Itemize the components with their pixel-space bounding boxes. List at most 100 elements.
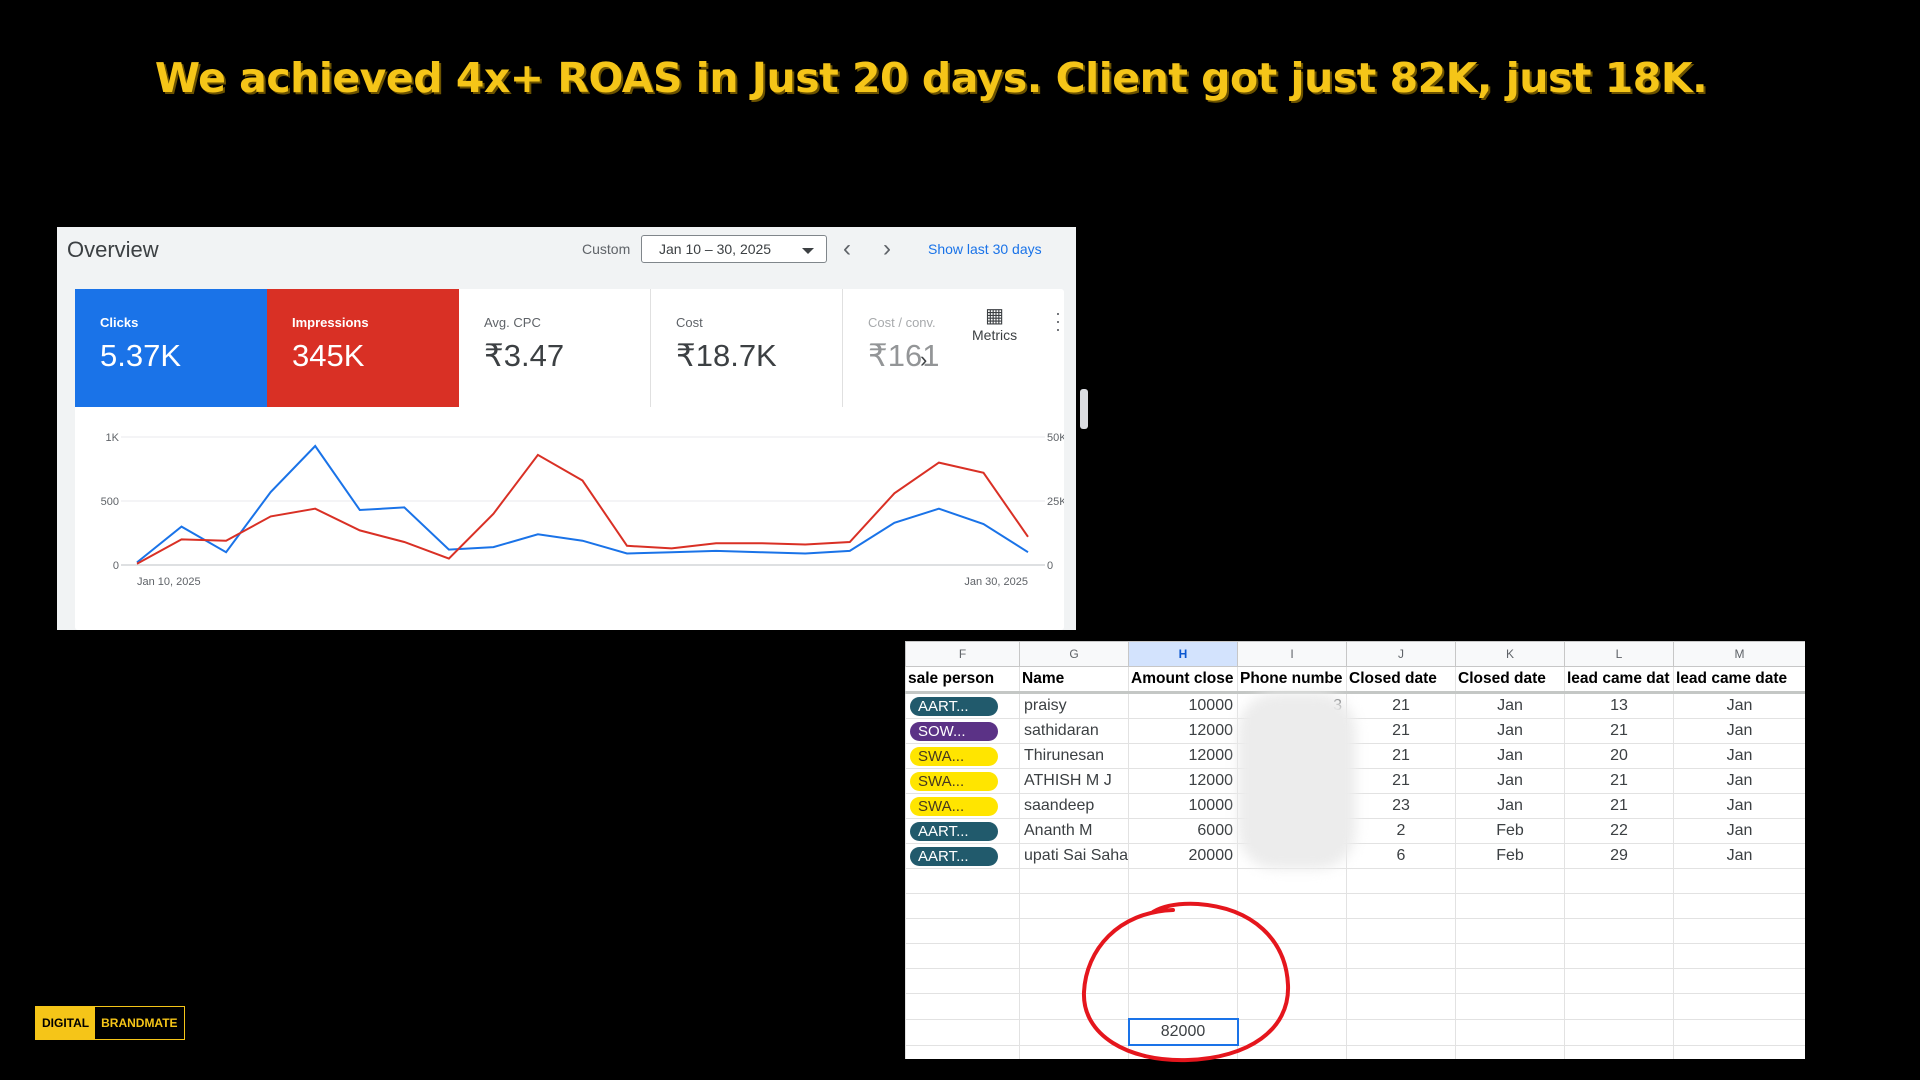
tile-avg-cpc[interactable]: Avg. CPC ₹3.47 xyxy=(459,289,651,407)
header-cell[interactable]: Name xyxy=(1019,666,1129,694)
cell-lead-day[interactable]: 29 xyxy=(1564,843,1674,869)
chevron-left-icon[interactable]: ‹ xyxy=(843,235,851,263)
col-header-j[interactable]: J xyxy=(1346,641,1456,667)
show-last-30-days-link[interactable]: Show last 30 days xyxy=(928,241,1042,257)
cell-closed-month[interactable]: Feb xyxy=(1455,843,1565,869)
cell-amount[interactable]: 6000 xyxy=(1128,818,1238,844)
sales-person-chip[interactable]: AART... xyxy=(910,696,998,716)
cell-amount[interactable]: 12000 xyxy=(1128,718,1238,744)
tile-cost-per-conv[interactable]: Cost / conv. ₹161 xyxy=(843,289,963,407)
cell-closed-day[interactable]: 21 xyxy=(1346,768,1456,794)
cell-name[interactable]: upati Sai Saha xyxy=(1019,843,1129,869)
sales-person-chip[interactable]: SOW... xyxy=(910,721,998,741)
tile-cost[interactable]: Cost ₹18.7K xyxy=(651,289,843,407)
tile-value: ₹161 xyxy=(868,338,940,373)
cell-name[interactable]: ATHISH M J xyxy=(1019,768,1129,794)
cell-amount[interactable]: 12000 xyxy=(1128,768,1238,794)
cell-lead-month[interactable]: Jan xyxy=(1673,843,1805,869)
header-cell[interactable]: Closed date xyxy=(1455,666,1565,694)
sales-person-chip[interactable]: SWA... xyxy=(910,771,998,791)
tile-value: 345K xyxy=(292,338,365,373)
cell-name[interactable]: sathidaran xyxy=(1019,718,1129,744)
col-header-m[interactable]: M xyxy=(1673,641,1805,667)
cell-name[interactable]: saandeep xyxy=(1019,793,1129,819)
tile-value: ₹3.47 xyxy=(484,338,565,373)
cell-closed-day[interactable]: 6 xyxy=(1346,843,1456,869)
right-tick-label: 0 xyxy=(1047,560,1053,572)
tile-label: Clicks xyxy=(100,315,139,330)
tile-clicks[interactable]: Clicks 5.37K xyxy=(75,289,267,407)
header-cell[interactable]: sale person xyxy=(905,666,1020,694)
metrics-button[interactable]: ▦ Metrics xyxy=(972,305,1017,343)
cell-lead-day[interactable]: 13 xyxy=(1564,692,1674,719)
cell-person[interactable]: AART... xyxy=(905,818,1020,844)
cell-closed-day[interactable]: 21 xyxy=(1346,743,1456,769)
cell-lead-month[interactable]: Jan xyxy=(1673,768,1805,794)
tile-value: ₹18.7K xyxy=(676,338,777,373)
header-cell[interactable]: Amount close xyxy=(1128,666,1238,694)
date-range-dropdown[interactable]: Jan 10 – 30, 2025 xyxy=(641,235,827,263)
col-header-h[interactable]: H xyxy=(1128,641,1238,667)
cell-closed-day[interactable]: 21 xyxy=(1346,718,1456,744)
sales-person-chip[interactable]: AART... xyxy=(910,846,998,866)
col-header-k[interactable]: K xyxy=(1455,641,1565,667)
scrollbar[interactable] xyxy=(1080,389,1088,429)
metrics-label: Metrics xyxy=(972,327,1018,343)
cell-lead-month[interactable]: Jan xyxy=(1673,818,1805,844)
header-cell[interactable]: Closed date xyxy=(1346,666,1456,694)
header-cell[interactable]: lead came date xyxy=(1673,666,1805,694)
cell-person[interactable]: SWA... xyxy=(905,793,1020,819)
tile-impressions[interactable]: Impressions 345K xyxy=(267,289,459,407)
cell-person[interactable]: AART... xyxy=(905,692,1020,719)
more-vert-icon[interactable]: · · · xyxy=(1055,304,1061,338)
cell-name[interactable]: Ananth M xyxy=(1019,818,1129,844)
header-cell[interactable]: Phone numbe xyxy=(1237,666,1347,694)
col-header-f[interactable]: F xyxy=(905,641,1020,667)
col-header-l[interactable]: L xyxy=(1564,641,1674,667)
col-header-g[interactable]: G xyxy=(1019,641,1129,667)
cell-closed-day[interactable]: 2 xyxy=(1346,818,1456,844)
cell-lead-month[interactable]: Jan xyxy=(1673,793,1805,819)
cell-closed-day[interactable]: 23 xyxy=(1346,793,1456,819)
left-tick-label: 0 xyxy=(113,560,119,572)
col-header-i[interactable]: I xyxy=(1237,641,1347,667)
cell-person[interactable]: SWA... xyxy=(905,743,1020,769)
sales-person-chip[interactable]: SWA... xyxy=(910,746,998,766)
cell-amount[interactable]: 10000 xyxy=(1128,793,1238,819)
cell-amount[interactable]: 10000 xyxy=(1128,692,1238,719)
cell-lead-month[interactable]: Jan xyxy=(1673,692,1805,719)
custom-label: Custom xyxy=(582,241,631,257)
cell-amount[interactable]: 12000 xyxy=(1128,743,1238,769)
series-line-impressions xyxy=(136,453,1029,565)
cell-closed-month[interactable]: Jan xyxy=(1455,793,1565,819)
cell-lead-day[interactable]: 21 xyxy=(1564,718,1674,744)
cell-person[interactable]: SWA... xyxy=(905,768,1020,794)
cell-name[interactable]: Thirunesan xyxy=(1019,743,1129,769)
sales-person-chip[interactable]: SWA... xyxy=(910,796,998,816)
cell-closed-month[interactable]: Jan xyxy=(1455,718,1565,744)
cell-name[interactable]: praisy xyxy=(1019,692,1129,719)
cell-lead-month[interactable]: Jan xyxy=(1673,718,1805,744)
cell-closed-month[interactable]: Jan xyxy=(1455,768,1565,794)
cell-lead-month[interactable]: Jan xyxy=(1673,743,1805,769)
cell-person[interactable]: AART... xyxy=(905,843,1020,869)
cell-lead-day[interactable]: 21 xyxy=(1564,793,1674,819)
table-row: AART... upati Sai Saha 20000 6 Feb 29 Jan xyxy=(905,843,1805,869)
cell-lead-day[interactable]: 22 xyxy=(1564,818,1674,844)
sales-person-chip[interactable]: AART... xyxy=(910,821,998,841)
left-tick-label: 1K xyxy=(106,432,120,444)
tile-label: Impressions xyxy=(292,315,369,330)
cell-closed-month[interactable]: Feb xyxy=(1455,818,1565,844)
cell-amount[interactable]: 20000 xyxy=(1128,843,1238,869)
cell-person[interactable]: SOW... xyxy=(905,718,1020,744)
chevron-right-icon[interactable]: › xyxy=(920,347,927,373)
cell-closed-month[interactable]: Jan xyxy=(1455,692,1565,719)
cell-lead-day[interactable]: 21 xyxy=(1564,768,1674,794)
cell-closed-day[interactable]: 21 xyxy=(1346,692,1456,719)
header-cell[interactable]: lead came dat xyxy=(1564,666,1674,694)
chart-add-icon: ▦ xyxy=(985,305,1005,327)
chevron-right-icon[interactable]: › xyxy=(883,235,891,263)
phone-redaction-blur xyxy=(1238,693,1356,869)
cell-lead-day[interactable]: 20 xyxy=(1564,743,1674,769)
cell-closed-month[interactable]: Jan xyxy=(1455,743,1565,769)
